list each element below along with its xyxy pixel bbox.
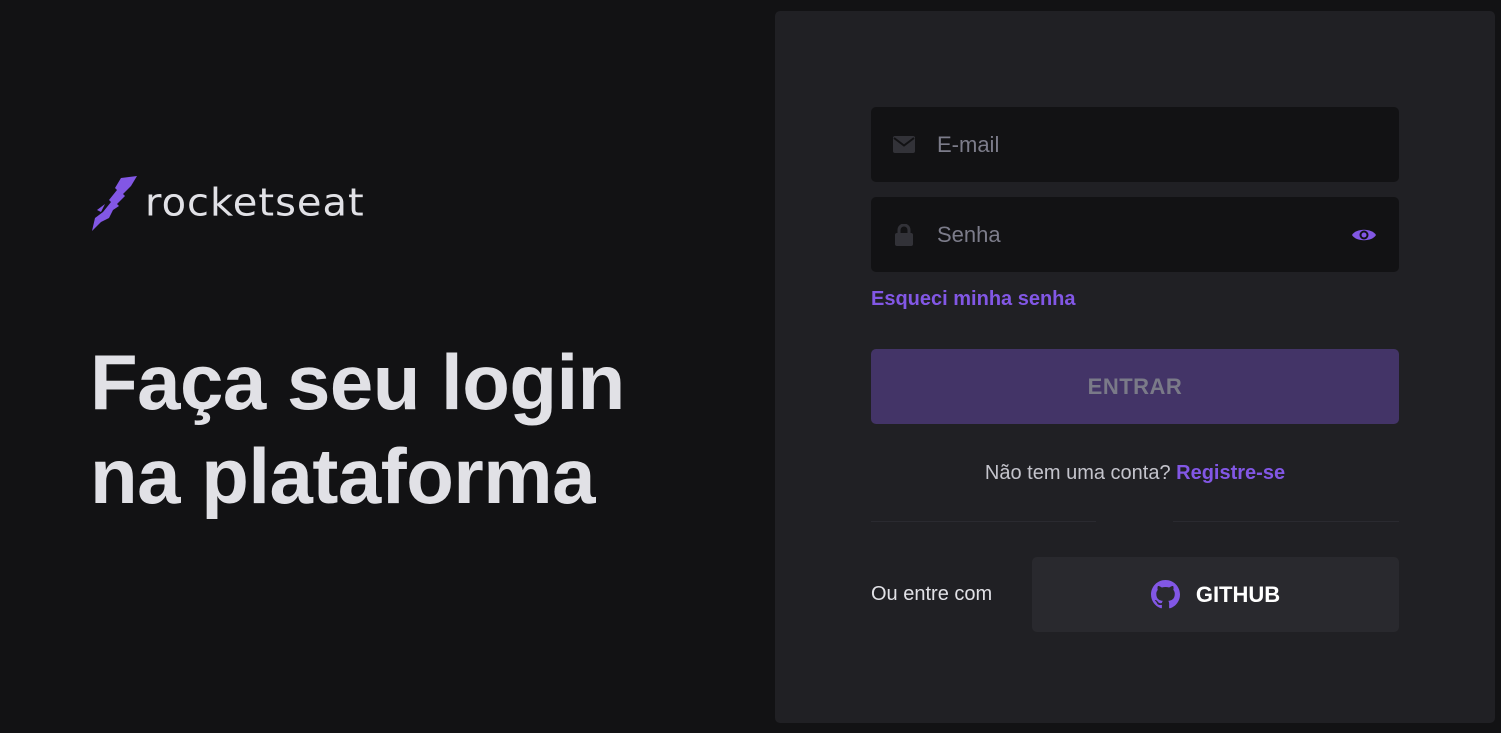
left-panel: rocketseat Faça seu login na plataforma [0,0,775,733]
github-button[interactable]: GITHUB [1032,557,1399,632]
divider-line-left [871,521,1096,522]
signup-text: Não tem uma conta? [984,462,1171,484]
divider [871,521,1399,523]
brand-logo: rocketseat [91,174,365,232]
github-icon [1150,580,1180,609]
password-field [871,197,1399,272]
submit-button[interactable]: ENTRAR [871,349,1399,424]
title-line-1: Faça seu login [90,338,625,426]
password-input[interactable] [937,221,1351,248]
email-field [871,107,1399,182]
eye-icon[interactable] [1351,222,1377,248]
login-card: Esqueci minha senha ENTRAR Não tem uma c… [775,11,1495,723]
lock-icon [893,223,915,246]
forgot-password-link[interactable]: Esqueci minha senha [871,288,1076,311]
login-form: Esqueci minha senha ENTRAR Não tem uma c… [871,107,1399,632]
alt-login-row: Ou entre com GITHUB [871,557,1399,632]
github-label: GITHUB [1195,581,1281,607]
alt-login-label: Ou entre com [871,583,993,605]
brand-name: rocketseat [145,181,365,225]
email-input[interactable] [937,131,1377,158]
envelope-icon [893,134,915,156]
divider-line-right [1173,521,1399,522]
rocket-icon [92,176,137,231]
title-line-2: na plataforma [90,432,595,520]
signup-link[interactable]: Registre-se [1176,462,1285,484]
signup-prompt: Não tem uma conta? Registre-se [871,462,1399,485]
page-title: Faça seu login na plataforma [90,335,710,523]
